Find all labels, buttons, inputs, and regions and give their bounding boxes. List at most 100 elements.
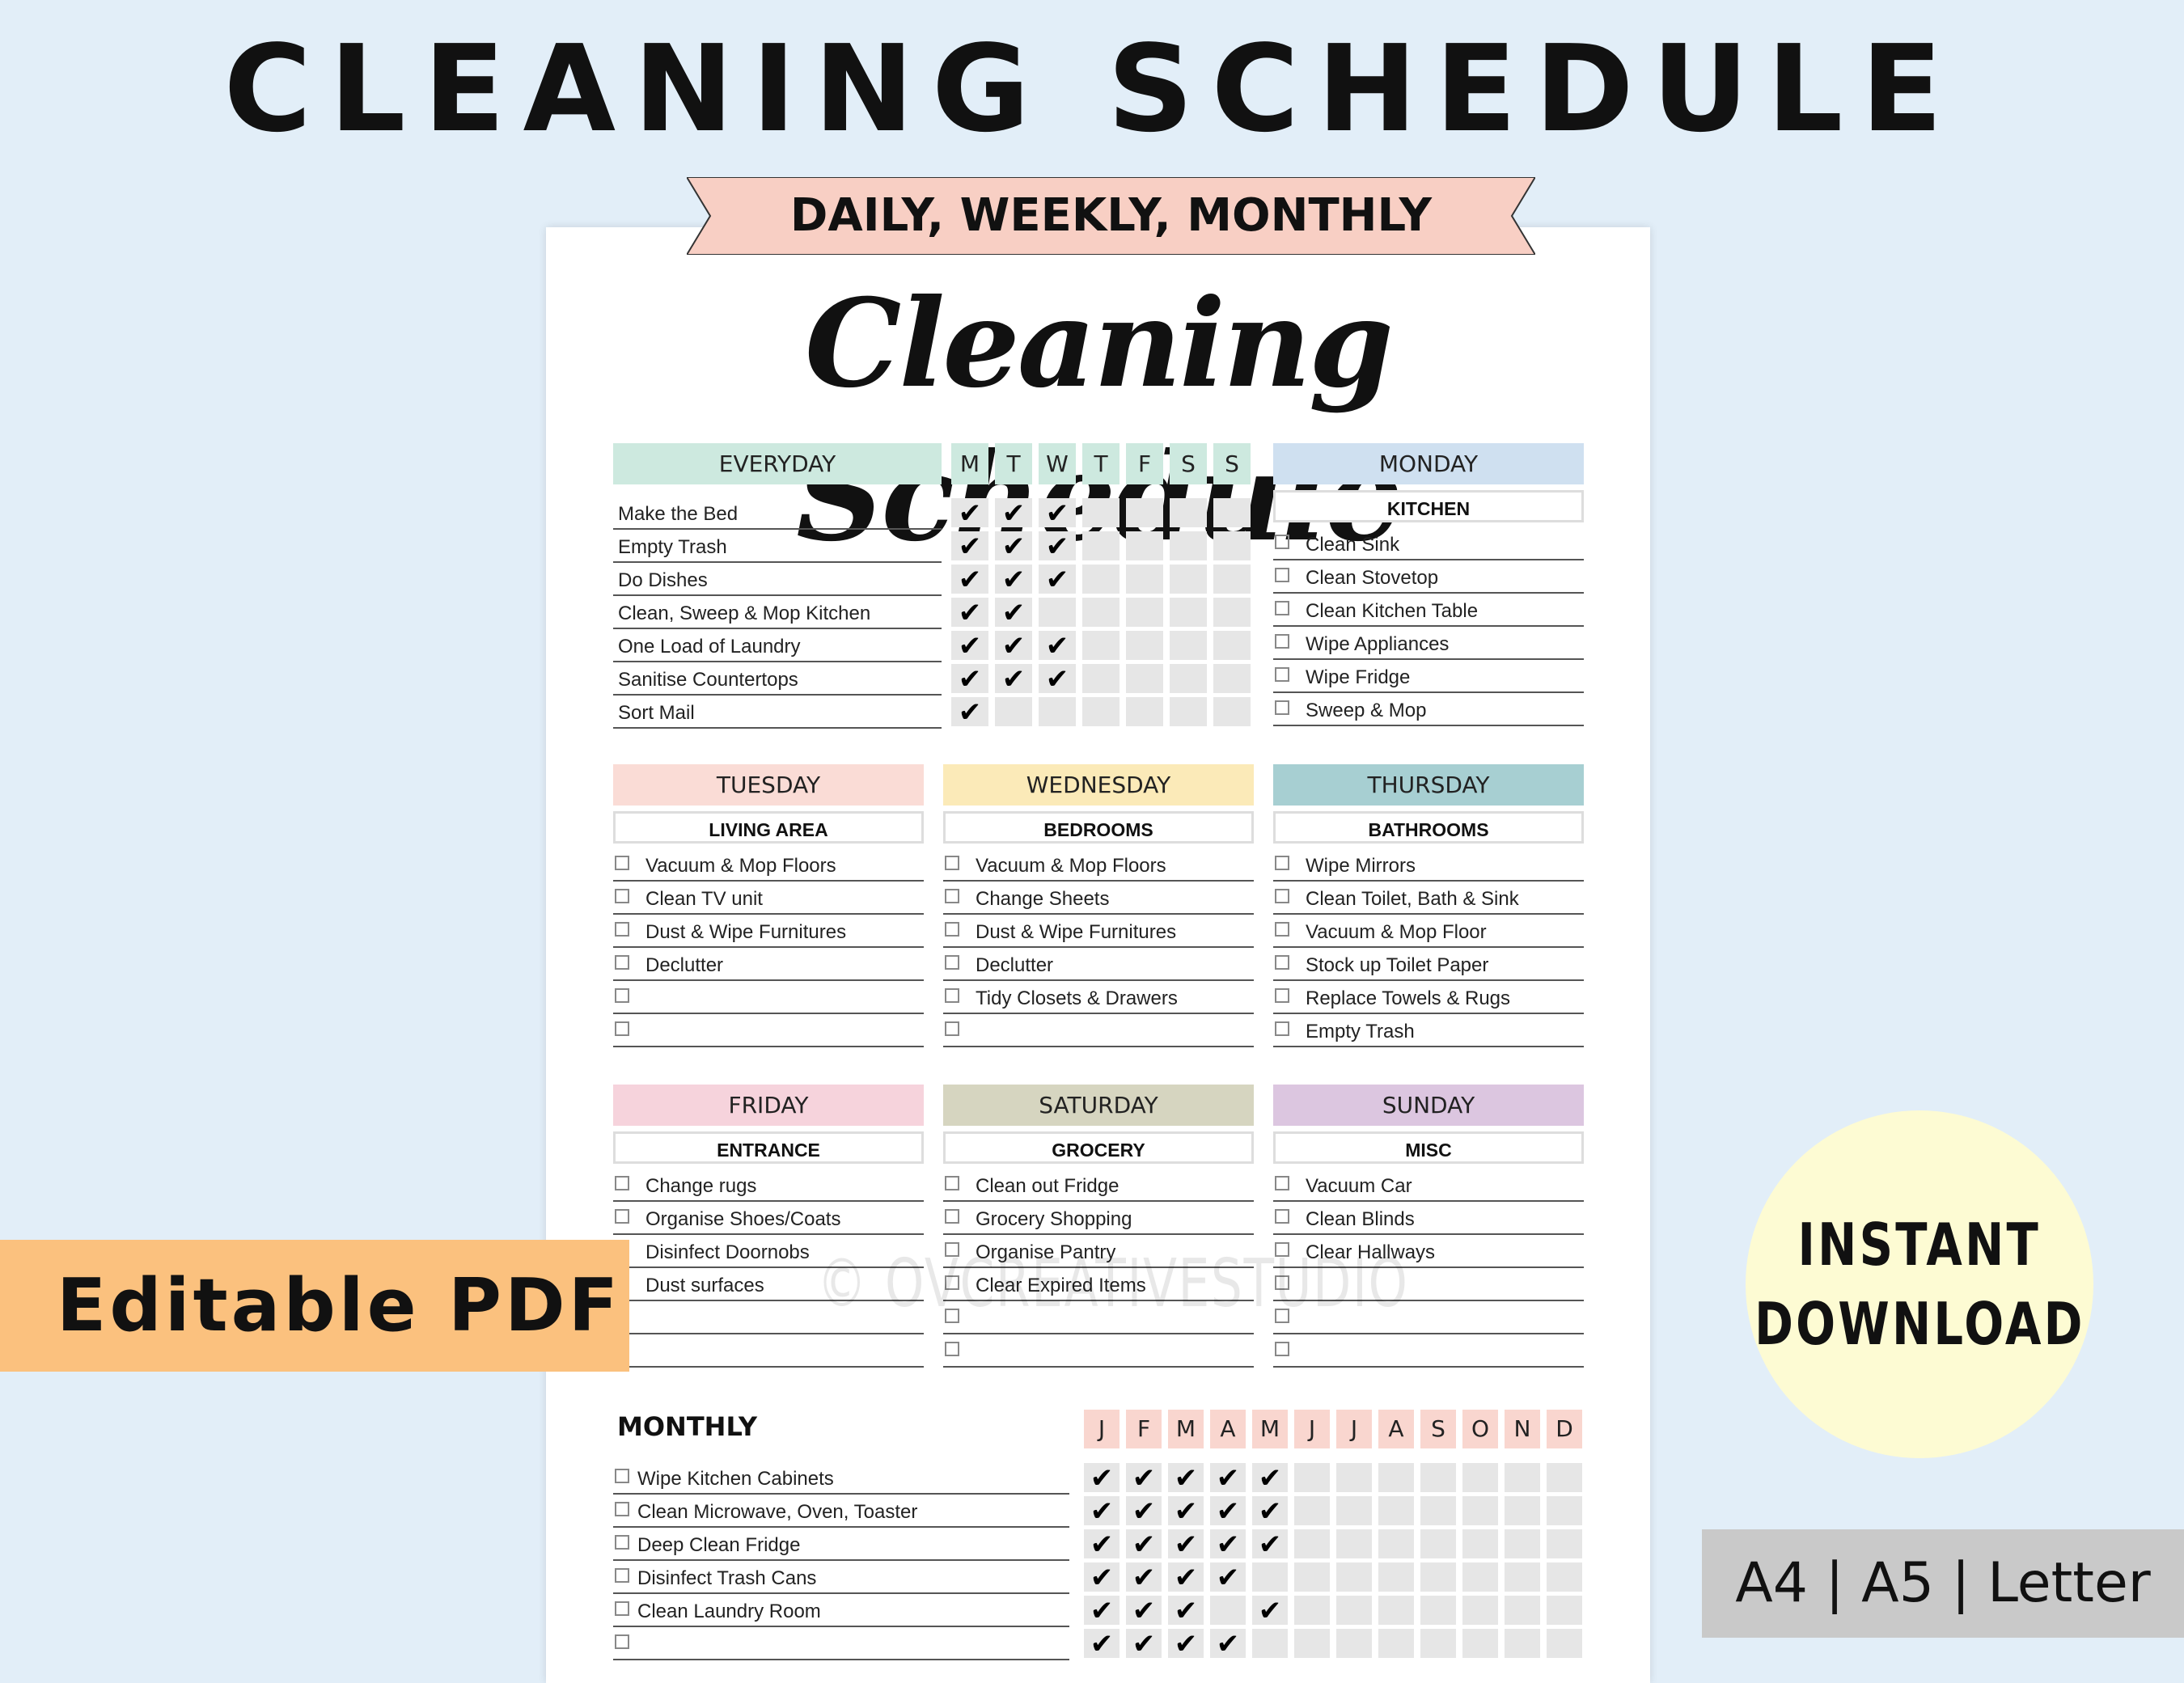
checkmark-icon[interactable]: ✔ — [1252, 1463, 1288, 1494]
day-check-cell[interactable] — [1213, 697, 1251, 726]
checkmark-icon[interactable]: ✔ — [1039, 664, 1076, 695]
checkbox-icon[interactable] — [945, 1176, 959, 1190]
checkbox-icon[interactable] — [945, 856, 959, 870]
day-check-cell[interactable] — [1170, 531, 1207, 560]
month-check-cell[interactable] — [1378, 1596, 1414, 1625]
month-check-cell[interactable] — [1252, 1629, 1288, 1658]
thursday-task-row[interactable]: Wipe Mirrors — [1273, 848, 1584, 882]
month-check-cell[interactable] — [1252, 1562, 1288, 1592]
checkmark-icon[interactable]: ✔ — [1039, 498, 1076, 529]
checkmark-icon[interactable]: ✔ — [1210, 1463, 1246, 1494]
month-check-cell[interactable] — [1336, 1562, 1372, 1592]
day-check-cell[interactable] — [1170, 565, 1207, 594]
checkbox-icon[interactable] — [1275, 1342, 1289, 1356]
friday-task-row[interactable]: Organise Shoes/Coats — [613, 1202, 924, 1235]
month-check-cell[interactable] — [1505, 1629, 1540, 1658]
checkbox-icon[interactable] — [945, 1342, 959, 1356]
month-check-cell[interactable] — [1462, 1629, 1498, 1658]
checkmark-icon[interactable]: ✔ — [1210, 1629, 1246, 1660]
checkmark-icon[interactable]: ✔ — [951, 631, 988, 662]
month-check-cell[interactable] — [1462, 1496, 1498, 1525]
day-check-cell[interactable] — [1082, 664, 1120, 693]
checkmark-icon[interactable]: ✔ — [951, 565, 988, 595]
checkbox-icon[interactable] — [615, 1535, 629, 1550]
checkmark-icon[interactable]: ✔ — [1126, 1562, 1162, 1593]
checkbox-icon[interactable] — [945, 955, 959, 970]
checkbox-icon[interactable] — [945, 1021, 959, 1036]
day-check-cell[interactable] — [1170, 498, 1207, 527]
checkmark-icon[interactable]: ✔ — [1252, 1529, 1288, 1560]
month-check-cell[interactable] — [1378, 1496, 1414, 1525]
month-check-cell[interactable] — [1462, 1596, 1498, 1625]
checkbox-icon[interactable] — [615, 1209, 629, 1224]
monthly-task-row[interactable]: Clean Microwave, Oven, Toaster — [613, 1495, 1069, 1528]
checkmark-icon[interactable]: ✔ — [951, 598, 988, 628]
day-check-cell[interactable] — [1126, 598, 1163, 627]
saturday-task-row[interactable]: Grocery Shopping — [943, 1202, 1254, 1235]
checkbox-icon[interactable] — [1275, 568, 1289, 582]
month-check-cell[interactable] — [1378, 1629, 1414, 1658]
checkmark-icon[interactable]: ✔ — [1126, 1629, 1162, 1660]
sunday-task-row[interactable]: Vacuum Car — [1273, 1169, 1584, 1202]
month-check-cell[interactable] — [1336, 1496, 1372, 1525]
checkbox-icon[interactable] — [615, 1634, 629, 1649]
day-check-cell[interactable] — [1213, 498, 1251, 527]
tuesday-task-row[interactable]: Declutter — [613, 948, 924, 981]
checkmark-icon[interactable]: ✔ — [1168, 1463, 1204, 1494]
thursday-task-row[interactable]: Vacuum & Mop Floor — [1273, 915, 1584, 948]
checkmark-icon[interactable]: ✔ — [951, 664, 988, 695]
checkbox-icon[interactable] — [945, 988, 959, 1003]
day-check-cell[interactable] — [1082, 565, 1120, 594]
checkbox-icon[interactable] — [1275, 1209, 1289, 1224]
day-check-cell[interactable] — [1170, 631, 1207, 660]
day-check-cell[interactable] — [1213, 631, 1251, 660]
checkmark-icon[interactable]: ✔ — [995, 631, 1032, 662]
checkbox-icon[interactable] — [1275, 1021, 1289, 1036]
monthly-task-row[interactable] — [613, 1627, 1069, 1660]
thursday-task-row[interactable]: Replace Towels & Rugs — [1273, 981, 1584, 1014]
day-check-cell[interactable] — [1170, 664, 1207, 693]
day-check-cell[interactable] — [1039, 598, 1076, 627]
checkbox-icon[interactable] — [1275, 955, 1289, 970]
day-check-cell[interactable] — [1082, 697, 1120, 726]
month-check-cell[interactable] — [1547, 1562, 1582, 1592]
month-check-cell[interactable] — [1462, 1463, 1498, 1492]
month-check-cell[interactable] — [1294, 1529, 1330, 1558]
checkmark-icon[interactable]: ✔ — [1039, 631, 1076, 662]
month-check-cell[interactable] — [1505, 1596, 1540, 1625]
day-check-cell[interactable] — [1126, 498, 1163, 527]
checkmark-icon[interactable]: ✔ — [1126, 1596, 1162, 1626]
checkbox-icon[interactable] — [615, 1176, 629, 1190]
checkmark-icon[interactable]: ✔ — [951, 498, 988, 529]
checkmark-icon[interactable]: ✔ — [1126, 1529, 1162, 1560]
checkmark-icon[interactable]: ✔ — [1084, 1496, 1120, 1527]
tuesday-task-row[interactable]: Clean TV unit — [613, 882, 924, 915]
checkmark-icon[interactable]: ✔ — [1168, 1496, 1204, 1527]
sunday-task-row[interactable] — [1273, 1334, 1584, 1368]
checkbox-icon[interactable] — [1275, 634, 1289, 649]
checkmark-icon[interactable]: ✔ — [1210, 1529, 1246, 1560]
day-check-cell[interactable] — [995, 697, 1032, 726]
month-check-cell[interactable] — [1462, 1529, 1498, 1558]
tuesday-task-row[interactable]: Vacuum & Mop Floors — [613, 848, 924, 882]
checkbox-icon[interactable] — [615, 988, 629, 1003]
tuesday-task-row[interactable]: Dust & Wipe Furnitures — [613, 915, 924, 948]
day-check-cell[interactable] — [1082, 631, 1120, 660]
day-check-cell[interactable] — [1039, 697, 1076, 726]
day-check-cell[interactable] — [1126, 697, 1163, 726]
wednesday-task-row[interactable]: Dust & Wipe Furnitures — [943, 915, 1254, 948]
checkmark-icon[interactable]: ✔ — [1126, 1463, 1162, 1494]
month-check-cell[interactable] — [1420, 1529, 1456, 1558]
day-check-cell[interactable] — [1213, 664, 1251, 693]
month-check-cell[interactable] — [1420, 1496, 1456, 1525]
checkbox-icon[interactable] — [1275, 535, 1289, 549]
month-check-cell[interactable] — [1505, 1463, 1540, 1492]
tuesday-task-row[interactable] — [613, 1014, 924, 1047]
thursday-task-row[interactable]: Stock up Toilet Paper — [1273, 948, 1584, 981]
wednesday-task-row[interactable]: Change Sheets — [943, 882, 1254, 915]
checkmark-icon[interactable]: ✔ — [995, 598, 1032, 628]
friday-task-row[interactable]: Change rugs — [613, 1169, 924, 1202]
wednesday-task-row[interactable]: Tidy Closets & Drawers — [943, 981, 1254, 1014]
saturday-task-row[interactable] — [943, 1334, 1254, 1368]
month-check-cell[interactable] — [1547, 1463, 1582, 1492]
